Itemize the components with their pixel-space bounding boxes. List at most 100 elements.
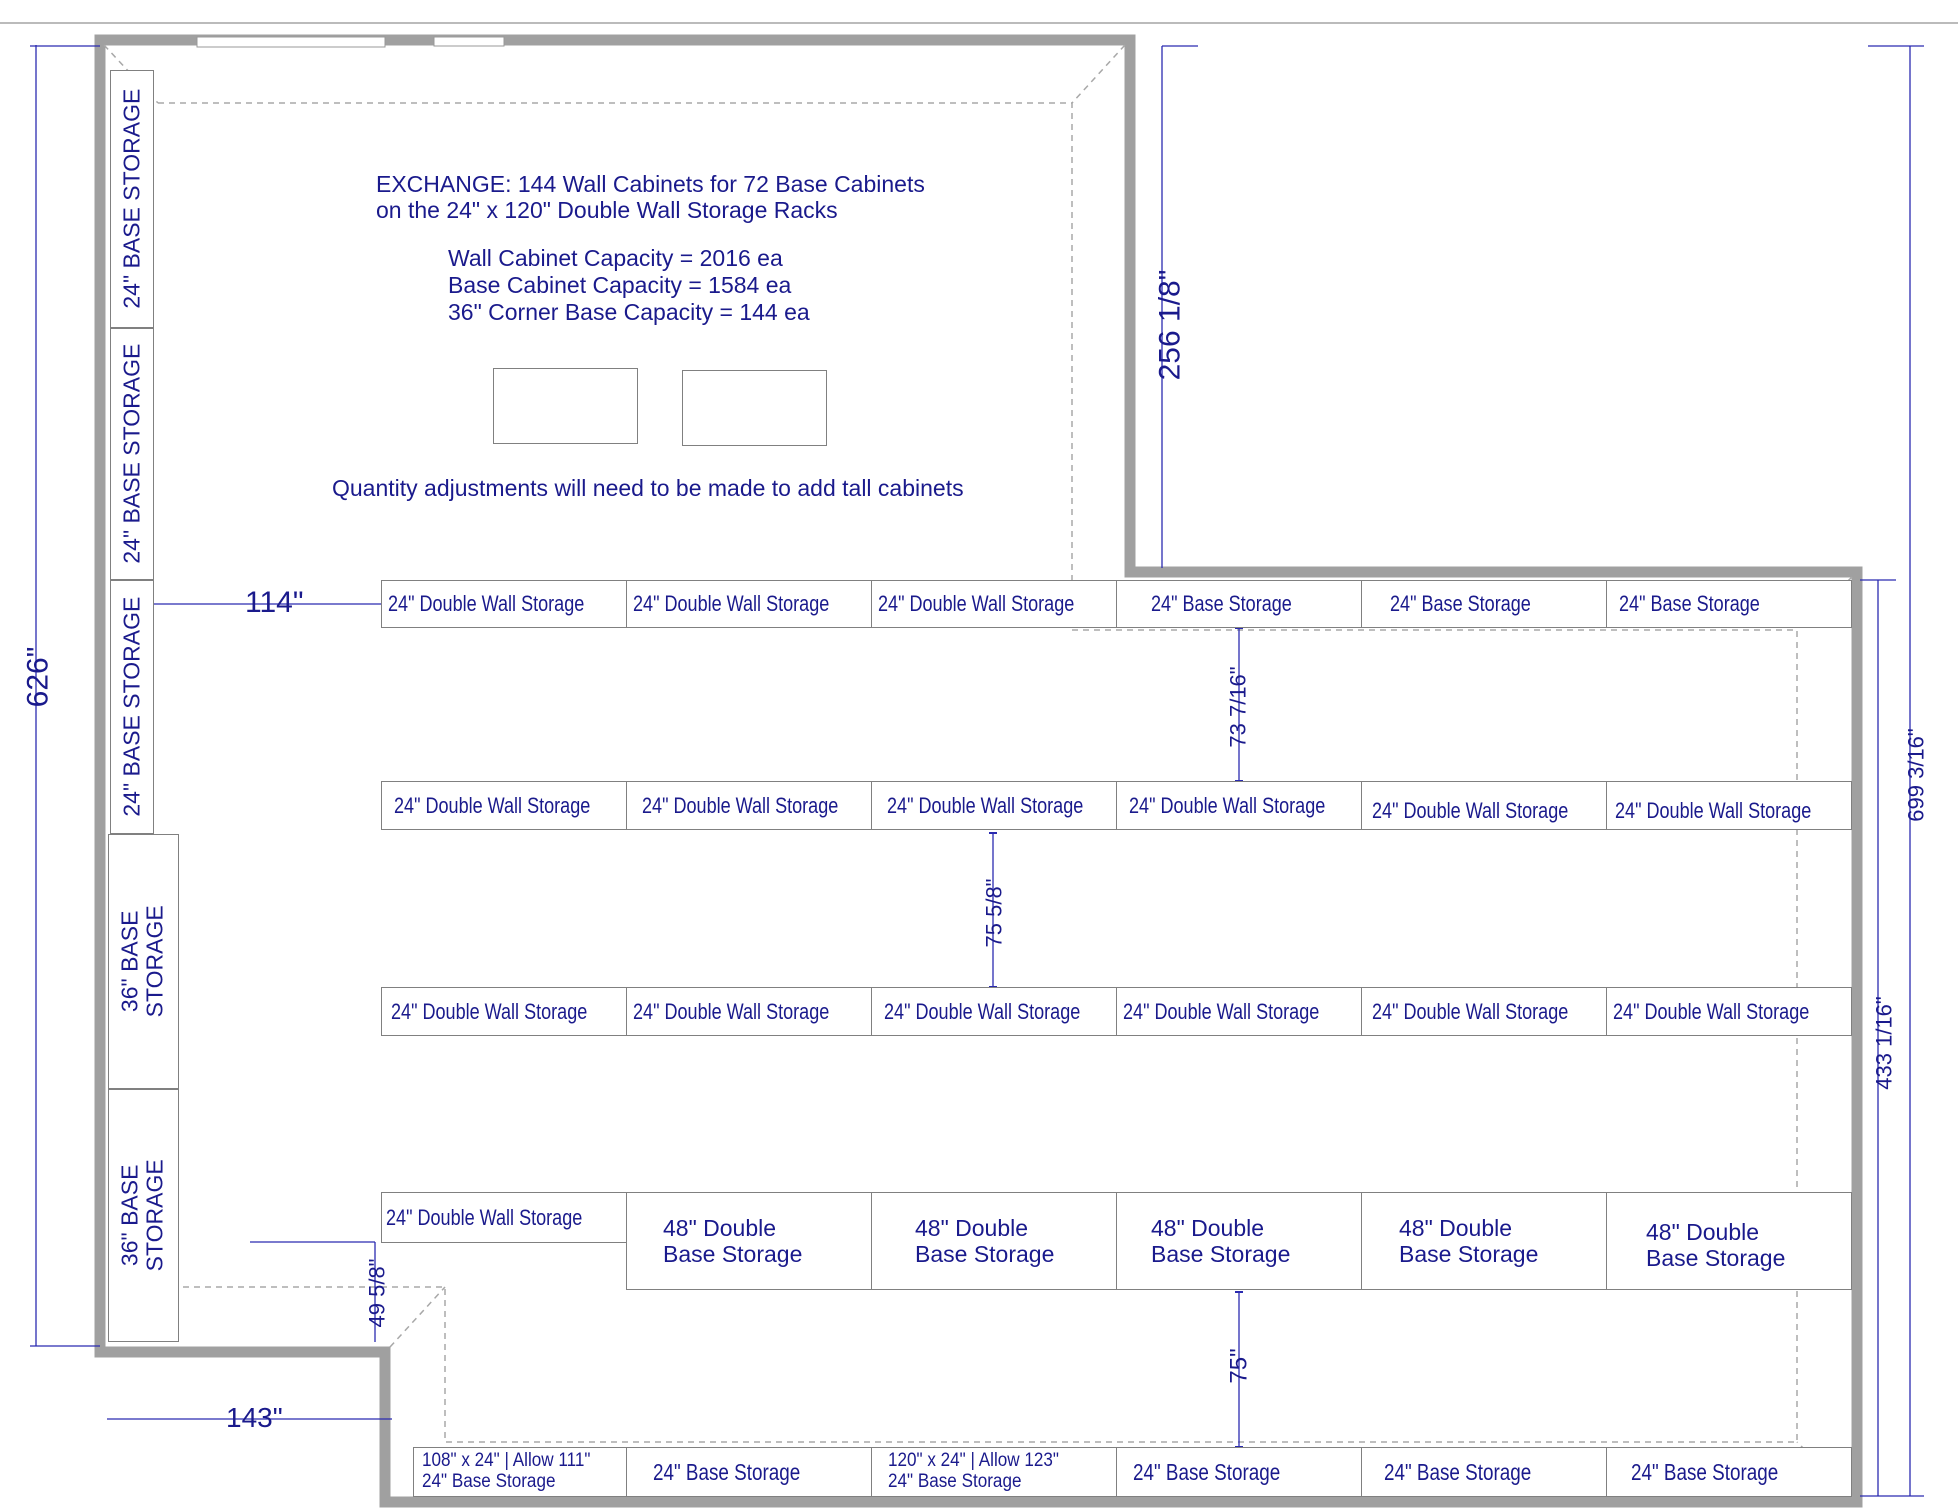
dim-upper-right: 256 1/8" xyxy=(1153,269,1187,381)
dim-gap-1: 73 7/16" xyxy=(1225,666,1251,748)
row4-double-2-label: 48" Double Base Storage xyxy=(915,1215,1054,1268)
row2-cell-5[interactable]: 24" Double Wall Storage xyxy=(1361,781,1607,830)
dim-overall-left: 626" xyxy=(21,646,55,708)
row4-double-4-line1: 48" Double xyxy=(1399,1215,1513,1241)
row3-cell-3[interactable]: 24" Double Wall Storage xyxy=(871,987,1117,1036)
row1-cell-4[interactable]: 24" Base Storage xyxy=(1116,580,1362,628)
bottom-cell-6-label: 24" Base Storage xyxy=(1631,1458,1779,1485)
left-base24-3-label: 24" BASE STORAGE xyxy=(118,597,145,817)
dim-bottom-left: 143" xyxy=(226,1402,283,1433)
bottom-cell-5-label: 24" Base Storage xyxy=(1384,1458,1532,1485)
bottom-cell-6[interactable]: 24" Base Storage xyxy=(1606,1447,1852,1497)
row3-cell-4[interactable]: 24" Double Wall Storage xyxy=(1116,987,1362,1036)
row4-double-5-line1: 48" Double xyxy=(1646,1219,1760,1245)
dim-right-total: 699 3/16" xyxy=(1903,728,1929,822)
row3-cell-6-label: 24" Double Wall Storage xyxy=(1613,998,1810,1024)
row1-cell-5-label: 24" Base Storage xyxy=(1390,591,1531,616)
bottom-cell-5[interactable]: 24" Base Storage xyxy=(1361,1447,1607,1497)
row1-cell-1-label: 24" Double Wall Storage xyxy=(388,591,585,616)
bottom-cell-3[interactable]: 120" x 24" | Allow 123" 24" Base Storage xyxy=(871,1447,1117,1497)
row2-cell-4[interactable]: 24" Double Wall Storage xyxy=(1116,781,1362,830)
row4-double-1[interactable]: 48" Double Base Storage xyxy=(626,1192,872,1290)
legend-box xyxy=(493,368,638,444)
row4-double-5[interactable]: 48" Double Base Storage xyxy=(1606,1192,1852,1290)
bottom-cell-2[interactable]: 24" Base Storage xyxy=(626,1447,872,1497)
row4-cell-1-label: 24" Double Wall Storage xyxy=(386,1204,583,1230)
row4-cell-1[interactable]: 24" Double Wall Storage xyxy=(381,1192,627,1243)
row4-double-1-line1: 48" Double xyxy=(663,1214,777,1241)
row4-double-3[interactable]: 48" Double Base Storage xyxy=(1116,1192,1362,1290)
row4-double-2[interactable]: 48" Double Base Storage xyxy=(871,1192,1117,1290)
window-mark xyxy=(196,36,386,48)
row1-cell-1[interactable]: 24" Double Wall Storage xyxy=(381,580,627,628)
row4-double-1-label: 48" Double Base Storage xyxy=(663,1215,802,1268)
row1-cell-2[interactable]: 24" Double Wall Storage xyxy=(626,580,872,628)
base-capacity: Base Cabinet Capacity = 1584 ea xyxy=(448,272,792,299)
row4-double-4[interactable]: 48" Double Base Storage xyxy=(1361,1192,1607,1290)
row3-cell-6[interactable]: 24" Double Wall Storage xyxy=(1606,987,1852,1036)
exchange-line-2: on the 24" x 120" Double Wall Storage Ra… xyxy=(376,197,838,224)
row3-cell-2[interactable]: 24" Double Wall Storage xyxy=(626,987,872,1036)
row1-cell-3[interactable]: 24" Double Wall Storage xyxy=(871,580,1117,628)
row3-cell-1[interactable]: 24" Double Wall Storage xyxy=(381,987,627,1036)
quantity-note: Quantity adjustments will need to be mad… xyxy=(332,475,964,501)
bottom-cell-3-line1: 120" x 24" | Allow 123" xyxy=(888,1450,1059,1472)
bottom-cell-3-label: 120" x 24" | Allow 123" 24" Base Storage xyxy=(888,1450,1059,1493)
row2-cell-6[interactable]: 24" Double Wall Storage xyxy=(1606,781,1852,830)
row2-cell-4-label: 24" Double Wall Storage xyxy=(1129,792,1326,818)
left-base36-2-label: 36" BASE STORAGE xyxy=(117,1159,169,1272)
left-base36-2[interactable]: 36" BASE STORAGE xyxy=(108,1089,179,1342)
row1-cell-3-label: 24" Double Wall Storage xyxy=(878,591,1075,616)
dim-right-lower: 433 1/16" xyxy=(1871,996,1897,1090)
row3-cell-3-label: 24" Double Wall Storage xyxy=(884,998,1081,1024)
row1-cell-5[interactable]: 24" Base Storage xyxy=(1361,580,1607,628)
row4-double-2-line1: 48" Double xyxy=(915,1214,1029,1241)
dimension-ticks xyxy=(989,627,1243,1448)
corner-capacity: 36" Corner Base Capacity = 144 ea xyxy=(448,299,810,326)
row3-cell-2-label: 24" Double Wall Storage xyxy=(633,998,830,1024)
left-base24-2-label: 24" BASE STORAGE xyxy=(118,344,145,564)
row2-cell-1-label: 24" Double Wall Storage xyxy=(394,792,591,818)
capacity-note: Wall Cabinet Capacity = 2016 ea Base Cab… xyxy=(448,245,810,326)
left-base24-1[interactable]: 24" BASE STORAGE xyxy=(110,70,154,328)
row2-cell-2[interactable]: 24" Double Wall Storage xyxy=(626,781,872,830)
left-base24-1-label: 24" BASE STORAGE xyxy=(118,89,145,309)
row2-cell-3[interactable]: 24" Double Wall Storage xyxy=(871,781,1117,830)
row4-double-4-line2: Base Storage xyxy=(1399,1241,1539,1268)
row3-cell-1-label: 24" Double Wall Storage xyxy=(391,998,588,1024)
bottom-cell-4-label: 24" Base Storage xyxy=(1133,1458,1281,1485)
row4-double-3-label: 48" Double Base Storage xyxy=(1151,1215,1290,1268)
row2-cell-6-label: 24" Double Wall Storage xyxy=(1615,798,1812,823)
bottom-cell-1-line2: 24" Base Storage xyxy=(422,1471,556,1492)
row2-cell-5-label: 24" Double Wall Storage xyxy=(1372,798,1569,823)
bottom-cell-1[interactable]: 108" x 24" | Allow 111" 24" Base Storage xyxy=(413,1447,627,1497)
row3-cell-5[interactable]: 24" Double Wall Storage xyxy=(1361,987,1607,1036)
row4-double-2-line2: Base Storage xyxy=(915,1241,1055,1267)
dim-gap-3: 49 5/8" xyxy=(364,1258,390,1328)
left-base36-1[interactable]: 36" BASE STORAGE xyxy=(108,834,179,1089)
row2-cell-2-label: 24" Double Wall Storage xyxy=(642,792,839,818)
bottom-cell-4[interactable]: 24" Base Storage xyxy=(1116,1447,1362,1497)
left-base24-2[interactable]: 24" BASE STORAGE xyxy=(110,328,154,580)
bottom-cell-1-line1: 108" x 24" | Allow 111" xyxy=(422,1450,591,1472)
row4-double-5-label: 48" Double Base Storage xyxy=(1646,1219,1785,1272)
row4-double-5-line2: Base Storage xyxy=(1646,1245,1786,1272)
row3-cell-5-label: 24" Double Wall Storage xyxy=(1372,998,1569,1024)
left-base24-3[interactable]: 24" BASE STORAGE xyxy=(110,580,154,834)
row4-double-3-line2: Base Storage xyxy=(1151,1241,1291,1267)
wall-capacity: Wall Cabinet Capacity = 2016 ea xyxy=(448,245,783,271)
bottom-cell-2-label: 24" Base Storage xyxy=(653,1458,801,1485)
row2-cell-1[interactable]: 24" Double Wall Storage xyxy=(381,781,627,830)
row1-cell-6[interactable]: 24" Base Storage xyxy=(1606,580,1852,628)
row1-cell-4-label: 24" Base Storage xyxy=(1151,591,1292,616)
row1-cell-2-label: 24" Double Wall Storage xyxy=(633,591,830,616)
row4-double-3-line1: 48" Double xyxy=(1151,1214,1265,1241)
window-mark xyxy=(433,36,505,47)
dim-gap-4: 75" xyxy=(1225,1348,1253,1384)
dim-gap-2: 75 5/8" xyxy=(981,878,1007,948)
row4-double-1-line2: Base Storage xyxy=(663,1241,803,1267)
exchange-note: EXCHANGE: 144 Wall Cabinets for 72 Base … xyxy=(376,172,925,222)
bottom-cell-1-label: 108" x 24" | Allow 111" 24" Base Storage xyxy=(422,1450,591,1493)
row1-cell-6-label: 24" Base Storage xyxy=(1619,591,1760,616)
exchange-line-1: EXCHANGE: 144 Wall Cabinets for 72 Base … xyxy=(376,171,925,197)
